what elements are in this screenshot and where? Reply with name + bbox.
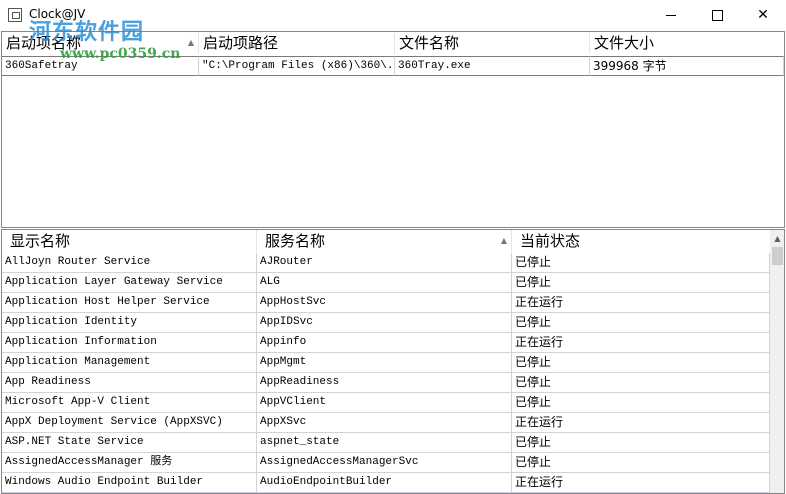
startup-col-filename-header[interactable]: 文件名称 [395,32,590,54]
maximize-button[interactable] [694,0,740,31]
vertical-scrollbar[interactable]: ▲ [770,230,784,493]
table-row[interactable]: Microsoft App-V Client AppVClient 已停止 [2,393,770,413]
service-status-cell: 已停止 [512,373,770,393]
service-status-cell: 已停止 [512,353,770,373]
table-row[interactable]: Application Layer Gateway Service ALG 已停止 [2,273,770,293]
app-icon [8,8,22,22]
table-row[interactable]: ASP.NET State Service aspnet_state 已停止 [2,433,770,453]
scroll-up-icon[interactable]: ▲ [770,230,784,247]
minimize-icon [666,14,676,16]
sort-ascending-icon: ▲ [187,38,194,47]
service-display-name-cell: AssignedAccessManager 服务 [2,453,257,473]
table-row[interactable]: Application Host Helper Service AppHostSv… [2,293,770,313]
service-status-cell: 已停止 [512,433,770,453]
service-display-name-cell: Application Layer Gateway Service [2,273,257,293]
service-name-cell: AppXSvc [257,413,512,433]
table-row[interactable]: AllJoyn Router Service AJRouter 已停止 [2,253,770,273]
service-name-cell: AudioEndpointBuilder [257,473,512,493]
watermark-logo: 河东软件园 [29,20,145,45]
service-status-cell: 已停止 [512,253,770,273]
header-label: 当前状态 [520,232,581,250]
startup-filesize-cell: 399968 字节 [590,56,784,76]
service-col-display-name-header[interactable]: 显示名称 [2,230,257,252]
table-row[interactable]: App Readiness AppReadiness 已停止 [2,373,770,393]
table-row[interactable]: Application Management AppMgmt 已停止 [2,353,770,373]
service-name-cell: aspnet_state [257,433,512,453]
header-label: 显示名称 [10,232,71,250]
service-name-cell: AJRouter [257,253,512,273]
services-list[interactable]: 显示名称 服务名称 ▲ 当前状态 AllJoyn Router Service A… [1,229,785,494]
service-status-cell: 正在运行 [512,413,770,433]
header-label: 文件大小 [594,34,655,52]
startup-path-cell: "C:\Program Files (x86)\360\... [199,56,395,76]
service-display-name-cell: ASP.NET State Service [2,433,257,453]
service-display-name-cell: Windows Audio Endpoint Builder [2,473,257,493]
service-col-status-header[interactable]: 当前状态 [512,230,770,252]
minimize-button[interactable] [648,0,694,31]
service-status-cell: 正在运行 [512,333,770,353]
sort-ascending-icon: ▲ [500,236,507,245]
table-row[interactable]: AppX Deployment Service (AppXSVC) AppXSvc… [2,413,770,433]
startup-col-filesize-header[interactable]: 文件大小 [590,32,784,54]
service-name-cell: AppVClient [257,393,512,413]
service-display-name-cell: Application Information [2,333,257,353]
table-row[interactable]: Application Identity AppIDSvc 已停止 [2,313,770,333]
service-name-cell: AppReadiness [257,373,512,393]
service-display-name-cell: Application Host Helper Service [2,293,257,313]
close-icon: ✕ [757,7,769,23]
service-status-cell: 正在运行 [512,473,770,493]
maximize-icon [711,9,723,21]
header-label: 文件名称 [399,34,460,52]
header-label: 启动项路径 [203,34,279,52]
startup-filename-cell: 360Tray.exe [395,56,590,76]
startup-col-path-header[interactable]: 启动项路径 [199,32,395,54]
service-display-name-cell: AppX Deployment Service (AppXSVC) [2,413,257,433]
service-status-cell: 正在运行 [512,293,770,313]
service-status-cell: 已停止 [512,393,770,413]
service-name-cell: AppIDSvc [257,313,512,333]
table-row[interactable]: Windows Audio Endpoint Builder AudioEndpo… [2,473,770,493]
service-col-service-name-header[interactable]: 服务名称 ▲ [257,230,512,252]
service-status-cell: 已停止 [512,453,770,473]
table-row[interactable]: Application Information Appinfo 正在运行 [2,333,770,353]
service-name-cell: ALG [257,273,512,293]
service-display-name-cell: AllJoyn Router Service [2,253,257,273]
service-display-name-cell: Application Management [2,353,257,373]
service-display-name-cell: Microsoft App-V Client [2,393,257,413]
service-name-cell: AppHostSvc [257,293,512,313]
service-name-cell: AppMgmt [257,353,512,373]
service-name-cell: AssignedAccessManagerSvc [257,453,512,473]
service-status-cell: 已停止 [512,313,770,333]
table-row[interactable]: AssignedAccessManager 服务 AssignedAccessMa… [2,453,770,473]
close-button[interactable]: ✕ [740,0,786,31]
scrollbar-thumb[interactable] [772,247,783,265]
service-name-cell: Appinfo [257,333,512,353]
service-status-cell: 已停止 [512,273,770,293]
header-label: 服务名称 [265,232,326,250]
service-display-name-cell: Application Identity [2,313,257,333]
watermark-url: www.pc0359.cn [60,46,181,62]
service-display-name-cell: App Readiness [2,373,257,393]
